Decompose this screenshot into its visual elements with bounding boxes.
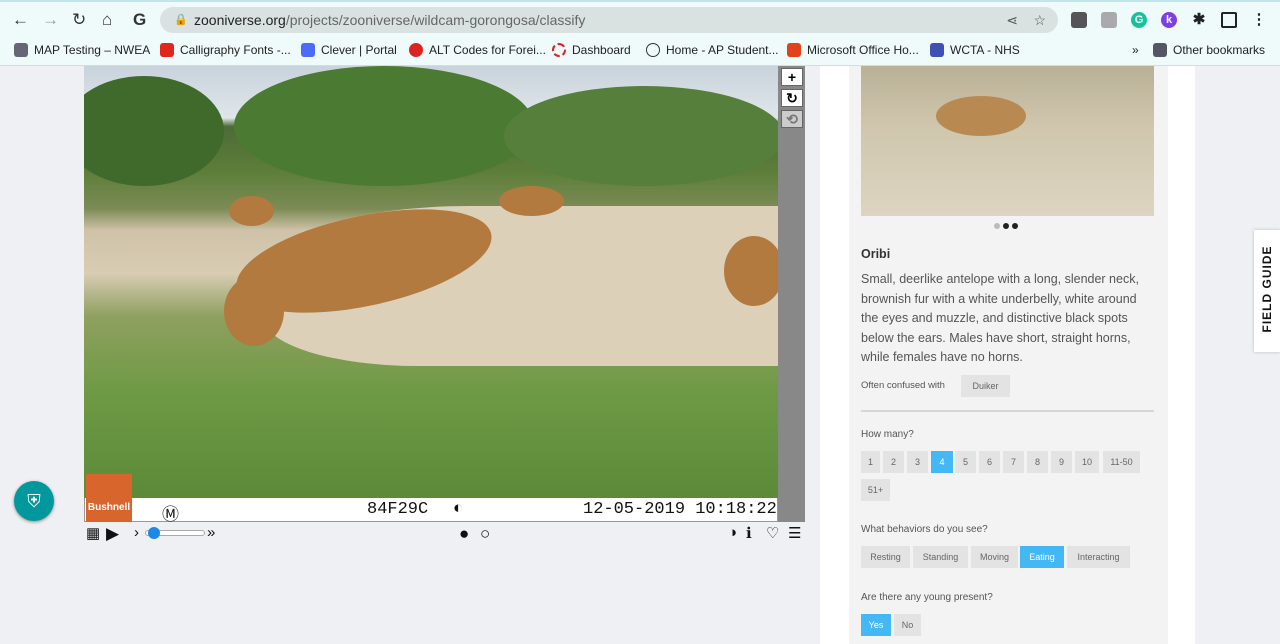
behaviors-option[interactable]: Moving <box>971 546 1018 568</box>
frame-dot-active[interactable]: ● <box>459 524 469 544</box>
next-frame-icon[interactable]: › <box>134 524 139 541</box>
impala <box>499 186 564 216</box>
help-icon: ⛨ <box>27 491 41 511</box>
how-many-option[interactable]: 3 <box>907 451 928 473</box>
species-reference-image <box>861 66 1154 216</box>
bookmark[interactable]: Microsoft Office Ho... <box>787 43 919 57</box>
frame-dot[interactable]: ○ <box>480 524 490 544</box>
altcodes-icon <box>409 43 423 57</box>
oribi <box>936 96 1026 136</box>
how-many-option[interactable]: 8 <box>1027 451 1048 473</box>
rotate-button[interactable]: ↻ <box>781 89 803 107</box>
reload-icon[interactable]: ↻ <box>72 10 86 30</box>
behaviors-option[interactable]: Eating <box>1020 546 1064 568</box>
info-icon[interactable]: ℹ <box>746 524 752 542</box>
how-many-option[interactable]: 4 <box>931 451 953 473</box>
grammarly-icon[interactable]: G <box>1131 12 1147 28</box>
tree <box>84 76 224 186</box>
bookmarks-bar: MAP Testing – NWEA Calligraphy Fonts -..… <box>0 36 1280 66</box>
divider <box>861 410 1154 412</box>
menu-icon[interactable]: ⋮ <box>1251 12 1267 28</box>
shield-check-icon[interactable] <box>1101 12 1117 28</box>
acorn-icon <box>646 43 660 57</box>
how-many-option[interactable]: 10 <box>1075 451 1099 473</box>
how-many-option[interactable]: 9 <box>1051 451 1072 473</box>
how-many-option[interactable]: 11-50 <box>1103 451 1140 473</box>
office-icon <box>787 43 801 57</box>
google-icon[interactable]: G <box>133 10 146 30</box>
behaviors-option[interactable]: Resting <box>861 546 910 568</box>
young-option[interactable]: Yes <box>861 614 891 636</box>
chevron-double-icon: » <box>1132 43 1139 57</box>
how-many-option[interactable]: 5 <box>955 451 976 473</box>
dot[interactable] <box>1012 223 1018 229</box>
kami-icon[interactable]: k <box>1161 12 1177 28</box>
forms-icon <box>930 43 944 57</box>
address-bar[interactable]: 🔒 zooniverse.org/projects/zooniverse/wild… <box>160 7 1058 33</box>
moon-phase-icon: ◐ <box>453 500 464 519</box>
young-option[interactable]: No <box>894 614 921 636</box>
species-name: Oribi <box>861 247 891 261</box>
collections-icon[interactable]: ☰ <box>788 524 801 542</box>
how-many-option[interactable]: 2 <box>883 451 904 473</box>
folder-icon <box>14 43 28 57</box>
bookmark[interactable]: Home - AP Student... <box>646 43 779 57</box>
dashboard-icon <box>552 43 566 57</box>
dot[interactable] <box>1003 223 1009 229</box>
help-button[interactable]: ⛨ <box>14 481 54 521</box>
how-many-option[interactable]: 51+ <box>861 479 890 501</box>
bushnell-logo: Bushnell <box>86 474 132 522</box>
other-bookmarks[interactable]: Other bookmarks <box>1153 43 1265 57</box>
browser-toolbar: ← → ↻ ⌂ G 🔒 zooniverse.org/projects/zooni… <box>0 0 1280 36</box>
speed-slider[interactable] <box>145 527 205 539</box>
home-icon[interactable]: ⌂ <box>102 10 112 30</box>
fast-forward-icon[interactable]: » <box>207 524 215 541</box>
play-icon[interactable]: ▶ <box>106 524 119 544</box>
bookmark[interactable]: Dashboard <box>552 43 631 57</box>
zoom-in-button[interactable]: + <box>781 68 803 86</box>
back-icon[interactable]: ← <box>12 10 29 30</box>
tree <box>234 66 534 186</box>
forward-icon[interactable]: → <box>42 10 59 30</box>
shield-icon[interactable] <box>1071 12 1087 28</box>
tree <box>504 86 778 186</box>
calligraphy-icon <box>160 43 174 57</box>
sidepanel-icon[interactable] <box>1221 12 1237 28</box>
behaviors-option[interactable]: Standing <box>913 546 968 568</box>
confused-with-chip[interactable]: Duiker <box>961 375 1010 397</box>
bookmark[interactable]: ALT Codes for Forei... <box>409 43 546 57</box>
more-bookmarks[interactable]: » <box>1132 43 1139 57</box>
how-many-option[interactable]: 1 <box>861 451 880 473</box>
how-many-option[interactable]: 6 <box>979 451 1000 473</box>
impala <box>229 196 274 226</box>
subject-image[interactable] <box>84 66 778 498</box>
impala <box>724 236 778 306</box>
clever-icon <box>301 43 315 57</box>
camera-info-strip: Ⓜ 84F29C ◐ 12-05-2019 10:18:22 <box>84 498 778 526</box>
bookmark[interactable]: WCTA - NHS <box>930 43 1020 57</box>
field-guide-tab[interactable]: FIELD GUIDE <box>1254 230 1280 352</box>
invert-icon[interactable]: ◑ <box>728 524 737 541</box>
grid-icon[interactable]: ▦ <box>86 524 100 542</box>
bookmark[interactable]: Calligraphy Fonts -... <box>160 43 291 57</box>
bookmark[interactable]: MAP Testing – NWEA <box>14 43 150 57</box>
image-toolbar <box>778 66 805 522</box>
share-icon[interactable]: ⋖ <box>1006 7 1018 33</box>
species-description: Small, deerlike antelope with a long, sl… <box>861 272 1139 365</box>
extensions-icon[interactable]: ✱ <box>1191 12 1207 28</box>
how-many-option[interactable]: 7 <box>1003 451 1024 473</box>
reset-button[interactable]: ⟲ <box>781 110 803 128</box>
folder-icon <box>1153 43 1167 57</box>
slider-thumb[interactable] <box>148 527 160 539</box>
star-icon[interactable]: ☆ <box>1033 7 1046 33</box>
bookmark[interactable]: Clever | Portal <box>301 43 397 57</box>
dot[interactable] <box>994 223 1000 229</box>
lock-icon: 🔒 <box>174 14 188 26</box>
impala-head <box>224 276 284 346</box>
heart-icon[interactable]: ♡ <box>766 524 779 542</box>
behaviors-option[interactable]: Interacting <box>1067 546 1130 568</box>
image-carousel-dots[interactable] <box>994 223 1018 229</box>
